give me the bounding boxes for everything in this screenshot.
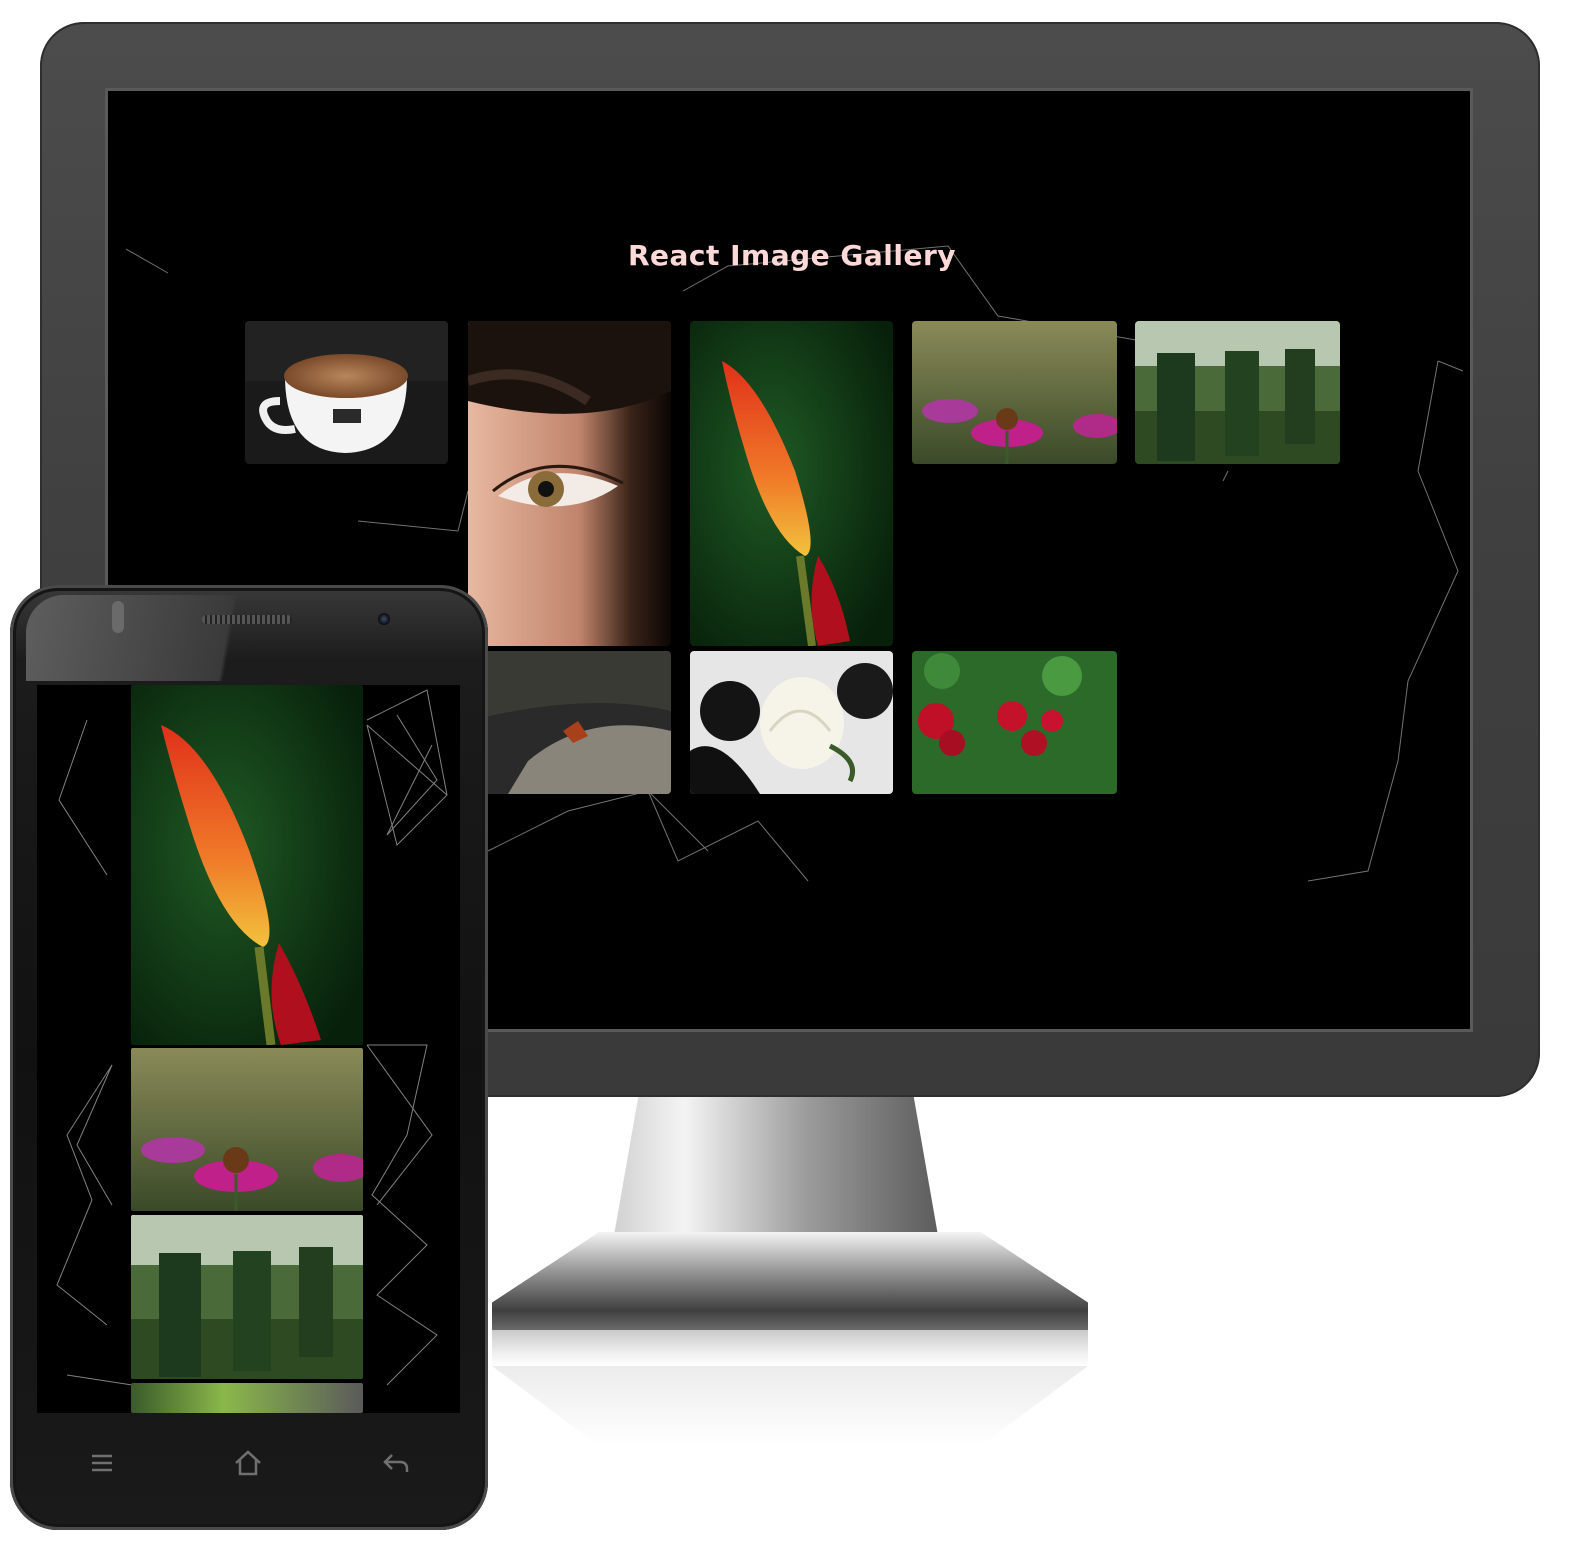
menu-icon[interactable] <box>86 1447 118 1479</box>
mobile-screen <box>37 685 460 1413</box>
coffee-cup-image[interactable] <box>245 321 448 464</box>
phone-speaker <box>202 615 292 624</box>
coneflower-image[interactable] <box>912 321 1117 464</box>
white-rose-image[interactable] <box>690 651 893 794</box>
red-hot-poker-flower-image[interactable] <box>690 321 893 646</box>
back-icon[interactable] <box>380 1447 412 1479</box>
phone-gloss <box>26 595 472 681</box>
mobile-red-hot-poker-image[interactable] <box>131 685 363 1045</box>
mobile-phone <box>10 585 488 1530</box>
monitor-stand-base <box>492 1232 1088 1330</box>
mobile-forest-pillars-image[interactable] <box>131 1215 363 1379</box>
gallery-title: React Image Gallery <box>627 239 957 272</box>
butterfly-on-rock-image[interactable] <box>468 651 671 794</box>
home-icon[interactable] <box>232 1447 264 1479</box>
monitor-stand-edge <box>492 1330 1088 1366</box>
eye-closeup-image[interactable] <box>468 321 671 646</box>
mobile-partial-image[interactable] <box>131 1383 363 1413</box>
phone-sensor <box>112 601 124 633</box>
red-roses-bush-image[interactable] <box>912 651 1117 794</box>
phone-navigation-bar <box>10 1435 488 1495</box>
mobile-coneflower-image[interactable] <box>131 1048 363 1211</box>
monitor-reflection <box>492 1366 1088 1446</box>
forest-pillars-image[interactable] <box>1135 321 1340 464</box>
phone-camera <box>378 613 390 625</box>
device-mockup: React Image Gallery <box>0 0 1569 1548</box>
monitor-stand-neck <box>612 1097 940 1247</box>
